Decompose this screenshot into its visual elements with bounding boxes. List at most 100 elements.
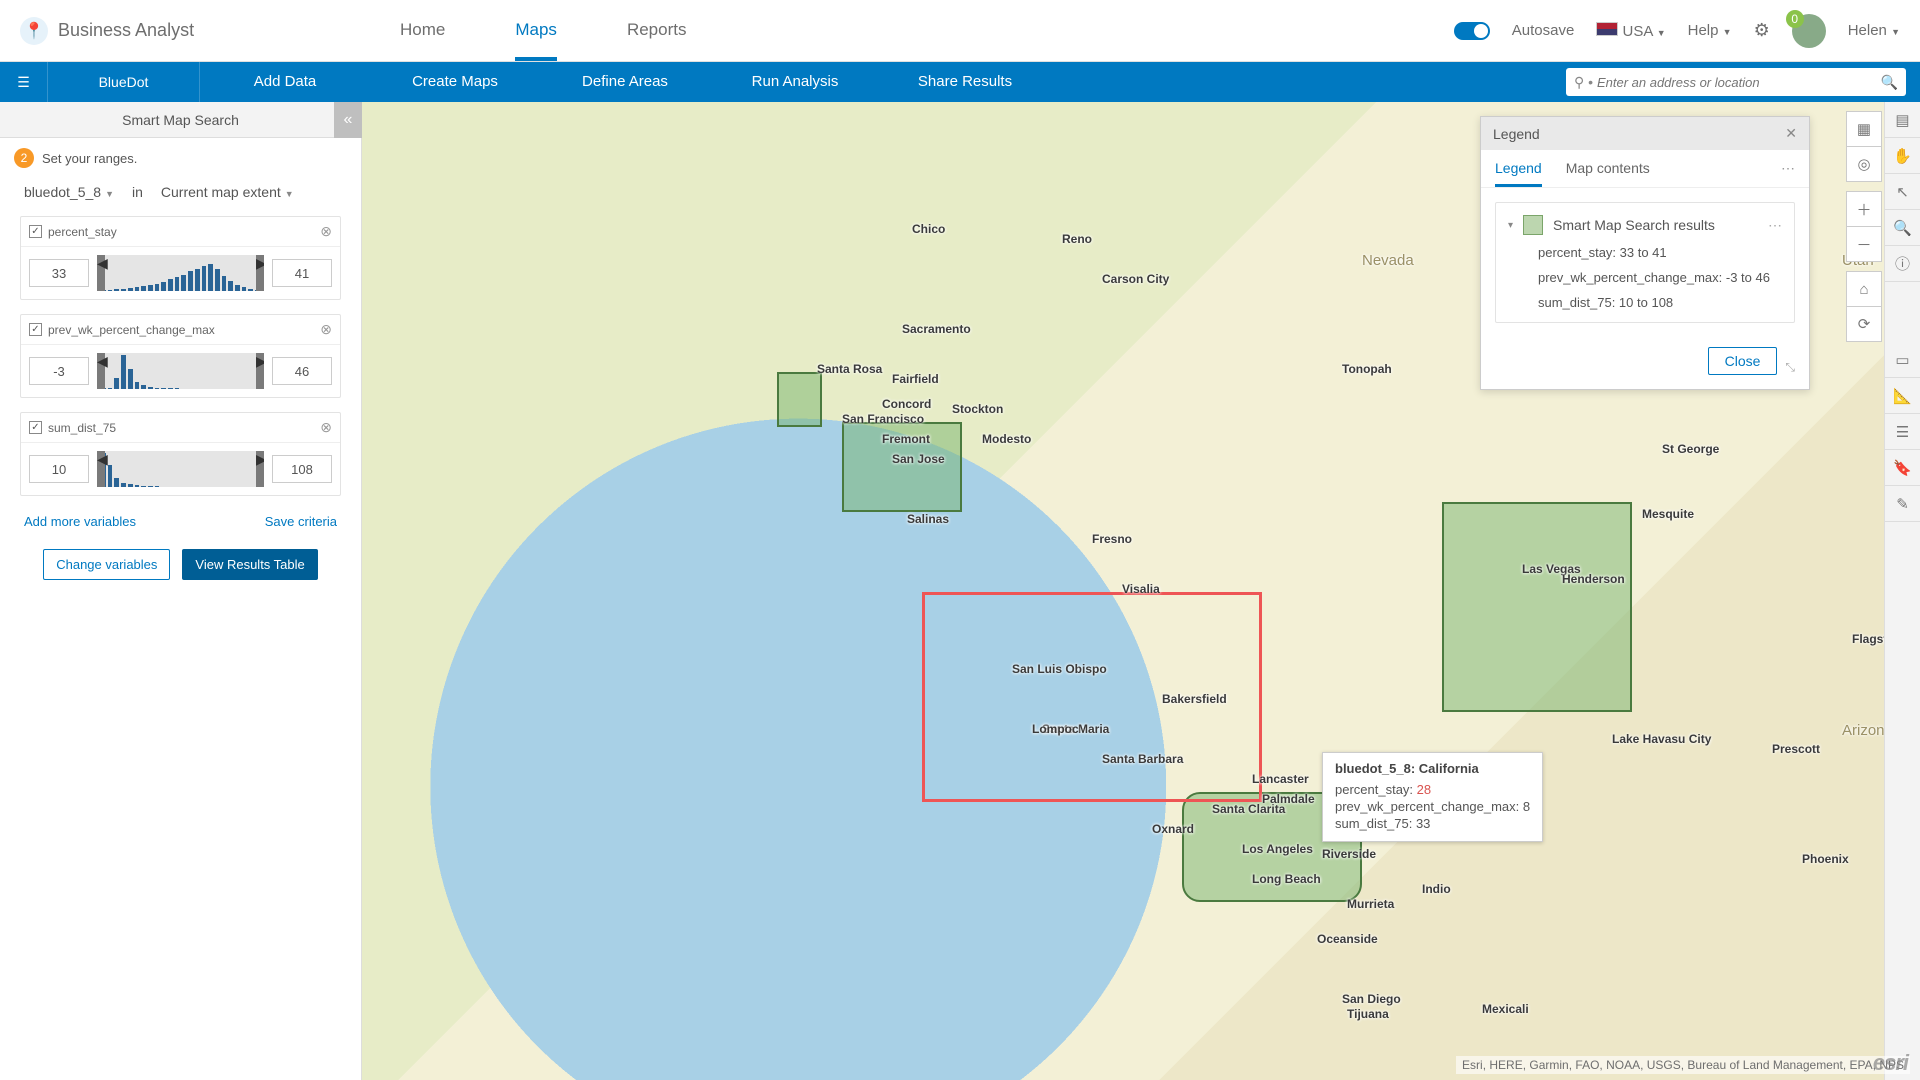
zoom-out-button[interactable]: － — [1846, 226, 1882, 262]
layer-dropdown[interactable]: bluedot_5_8▼ — [24, 184, 114, 200]
variable-card: sum_dist_75 ⊗ ◀ ▶ — [20, 412, 341, 496]
tab-home[interactable]: Home — [400, 0, 445, 61]
variable-histogram[interactable]: ◀ ▶ — [97, 353, 264, 389]
brand: 📍 Business Analyst — [20, 17, 260, 45]
project-tab[interactable]: BlueDot — [48, 62, 200, 102]
tool-bookmark-icon[interactable]: 🔖 — [1885, 450, 1920, 486]
city-label: Lompoc — [1032, 722, 1079, 736]
slider-handle-max[interactable]: ▶ — [256, 353, 264, 389]
extent-dropdown[interactable]: Current map extent▼ — [161, 184, 294, 200]
slider-handle-max[interactable]: ▶ — [256, 451, 264, 487]
country-selector[interactable]: USA ▼ — [1596, 22, 1665, 40]
tool-zoom-icon[interactable]: 🔍 — [1885, 210, 1920, 246]
map-canvas[interactable]: SacramentoSan FranciscoSan JoseFresnoBak… — [362, 102, 1920, 1080]
city-label: Visalia — [1122, 582, 1160, 596]
city-label: Lancaster — [1252, 772, 1309, 786]
variable-name: percent_stay — [48, 225, 117, 239]
region-label: Nevada — [1362, 252, 1414, 269]
step-text: Set your ranges. — [42, 151, 137, 166]
legend-swatch — [1523, 215, 1543, 235]
variable-max-input[interactable] — [272, 455, 332, 483]
city-label: San Francisco — [842, 412, 924, 426]
variable-min-input[interactable] — [29, 259, 89, 287]
view-results-button[interactable]: View Results Table — [182, 549, 317, 580]
slider-handle-min[interactable]: ◀ — [97, 451, 105, 487]
autosave-label: Autosave — [1512, 22, 1575, 39]
bluetab-add-data[interactable]: Add Data — [200, 62, 370, 102]
city-label: Tonopah — [1342, 362, 1392, 376]
legend-close-icon[interactable]: ✕ — [1785, 125, 1797, 142]
autosave-toggle[interactable] — [1454, 22, 1490, 40]
refresh-button[interactable]: ⟳ — [1846, 306, 1882, 342]
variable-max-input[interactable] — [272, 259, 332, 287]
bluetab-share-results[interactable]: Share Results — [880, 62, 1050, 102]
legend-close-button[interactable]: Close — [1708, 347, 1778, 375]
legend-tab-legend[interactable]: Legend — [1495, 160, 1542, 187]
variable-max-input[interactable] — [272, 357, 332, 385]
tool-select-icon[interactable]: ↖ — [1885, 174, 1920, 210]
change-variables-button[interactable]: Change variables — [43, 549, 170, 580]
slider-handle-max[interactable]: ▶ — [256, 255, 264, 291]
flag-icon — [1596, 22, 1618, 36]
tab-reports[interactable]: Reports — [627, 0, 687, 61]
legend-expand-icon[interactable]: ▾ — [1508, 220, 1513, 231]
tool-identify-icon[interactable]: ⓘ — [1885, 246, 1920, 282]
tab-maps[interactable]: Maps — [515, 0, 557, 61]
search-icon[interactable]: 🔍 — [1881, 74, 1898, 91]
search-box[interactable]: ⚲ • 🔍 — [1566, 68, 1906, 96]
variable-name: sum_dist_75 — [48, 421, 116, 435]
legend-expand-corner-icon[interactable]: ⤡ — [1785, 360, 1795, 375]
bluetab-define-areas[interactable]: Define Areas — [540, 62, 710, 102]
user-menu[interactable]: Helen ▼ — [1848, 22, 1900, 39]
variable-checkbox[interactable] — [29, 225, 42, 238]
city-label: Fremont — [882, 432, 930, 446]
avatar[interactable] — [1792, 14, 1826, 48]
slider-handle-min[interactable]: ◀ — [97, 255, 105, 291]
tool-pan-icon[interactable]: ✋ — [1885, 138, 1920, 174]
help-menu[interactable]: Help ▼ — [1688, 22, 1732, 39]
variable-checkbox[interactable] — [29, 421, 42, 434]
city-label: Mexicali — [1482, 1002, 1529, 1016]
tool-measure-icon[interactable]: 📐 — [1885, 378, 1920, 414]
basemap-button[interactable]: ▦ — [1846, 111, 1882, 147]
bluetab-run-analysis[interactable]: Run Analysis — [710, 62, 880, 102]
legend-line: prev_wk_percent_change_max: -3 to 46 — [1538, 270, 1782, 285]
zoom-in-button[interactable]: ＋ — [1846, 191, 1882, 227]
city-label: St George — [1662, 442, 1719, 456]
save-criteria-link[interactable]: Save criteria — [265, 514, 337, 529]
legend-tab-contents[interactable]: Map contents — [1566, 160, 1650, 187]
tool-legend-icon[interactable]: ☰ — [1885, 414, 1920, 450]
variable-remove-icon[interactable]: ⊗ — [320, 419, 332, 436]
slider-handle-min[interactable]: ◀ — [97, 353, 105, 389]
gear-icon[interactable]: ⚙ — [1754, 20, 1770, 41]
city-label: Oxnard — [1152, 822, 1194, 836]
tool-extent-icon[interactable]: ▭ — [1885, 342, 1920, 378]
legend-item-options-icon[interactable]: ⋯ — [1768, 217, 1782, 234]
legend-options-icon[interactable]: ⋯ — [1781, 160, 1795, 187]
city-label: Henderson — [1562, 572, 1625, 586]
menu-icon[interactable]: ☰ — [0, 62, 48, 102]
city-label: Carson City — [1102, 272, 1169, 286]
variable-remove-icon[interactable]: ⊗ — [320, 321, 332, 338]
variable-histogram[interactable]: ◀ ▶ — [97, 451, 264, 487]
brand-text: Business Analyst — [58, 20, 194, 41]
variable-histogram[interactable]: ◀ ▶ — [97, 255, 264, 291]
variable-min-input[interactable] — [29, 455, 89, 483]
variable-name: prev_wk_percent_change_max — [48, 323, 215, 337]
selected-region — [1442, 502, 1632, 712]
add-variables-link[interactable]: Add more variables — [24, 514, 136, 529]
search-input[interactable] — [1597, 75, 1881, 90]
locate-button[interactable]: ◎ — [1846, 146, 1882, 182]
city-label: Riverside — [1322, 847, 1376, 861]
city-label: Phoenix — [1802, 852, 1849, 866]
home-button[interactable]: ⌂ — [1846, 271, 1882, 307]
city-label: Mesquite — [1642, 507, 1694, 521]
variable-checkbox[interactable] — [29, 323, 42, 336]
map-attribution: Esri, HERE, Garmin, FAO, NOAA, USGS, Bur… — [1456, 1056, 1910, 1074]
variable-remove-icon[interactable]: ⊗ — [320, 223, 332, 240]
collapse-sidebar-button[interactable]: « — [334, 102, 362, 138]
bluetab-create-maps[interactable]: Create Maps — [370, 62, 540, 102]
variable-min-input[interactable] — [29, 357, 89, 385]
tool-layers-icon[interactable]: ▤ — [1885, 102, 1920, 138]
tool-annotate-icon[interactable]: ✎ — [1885, 486, 1920, 522]
